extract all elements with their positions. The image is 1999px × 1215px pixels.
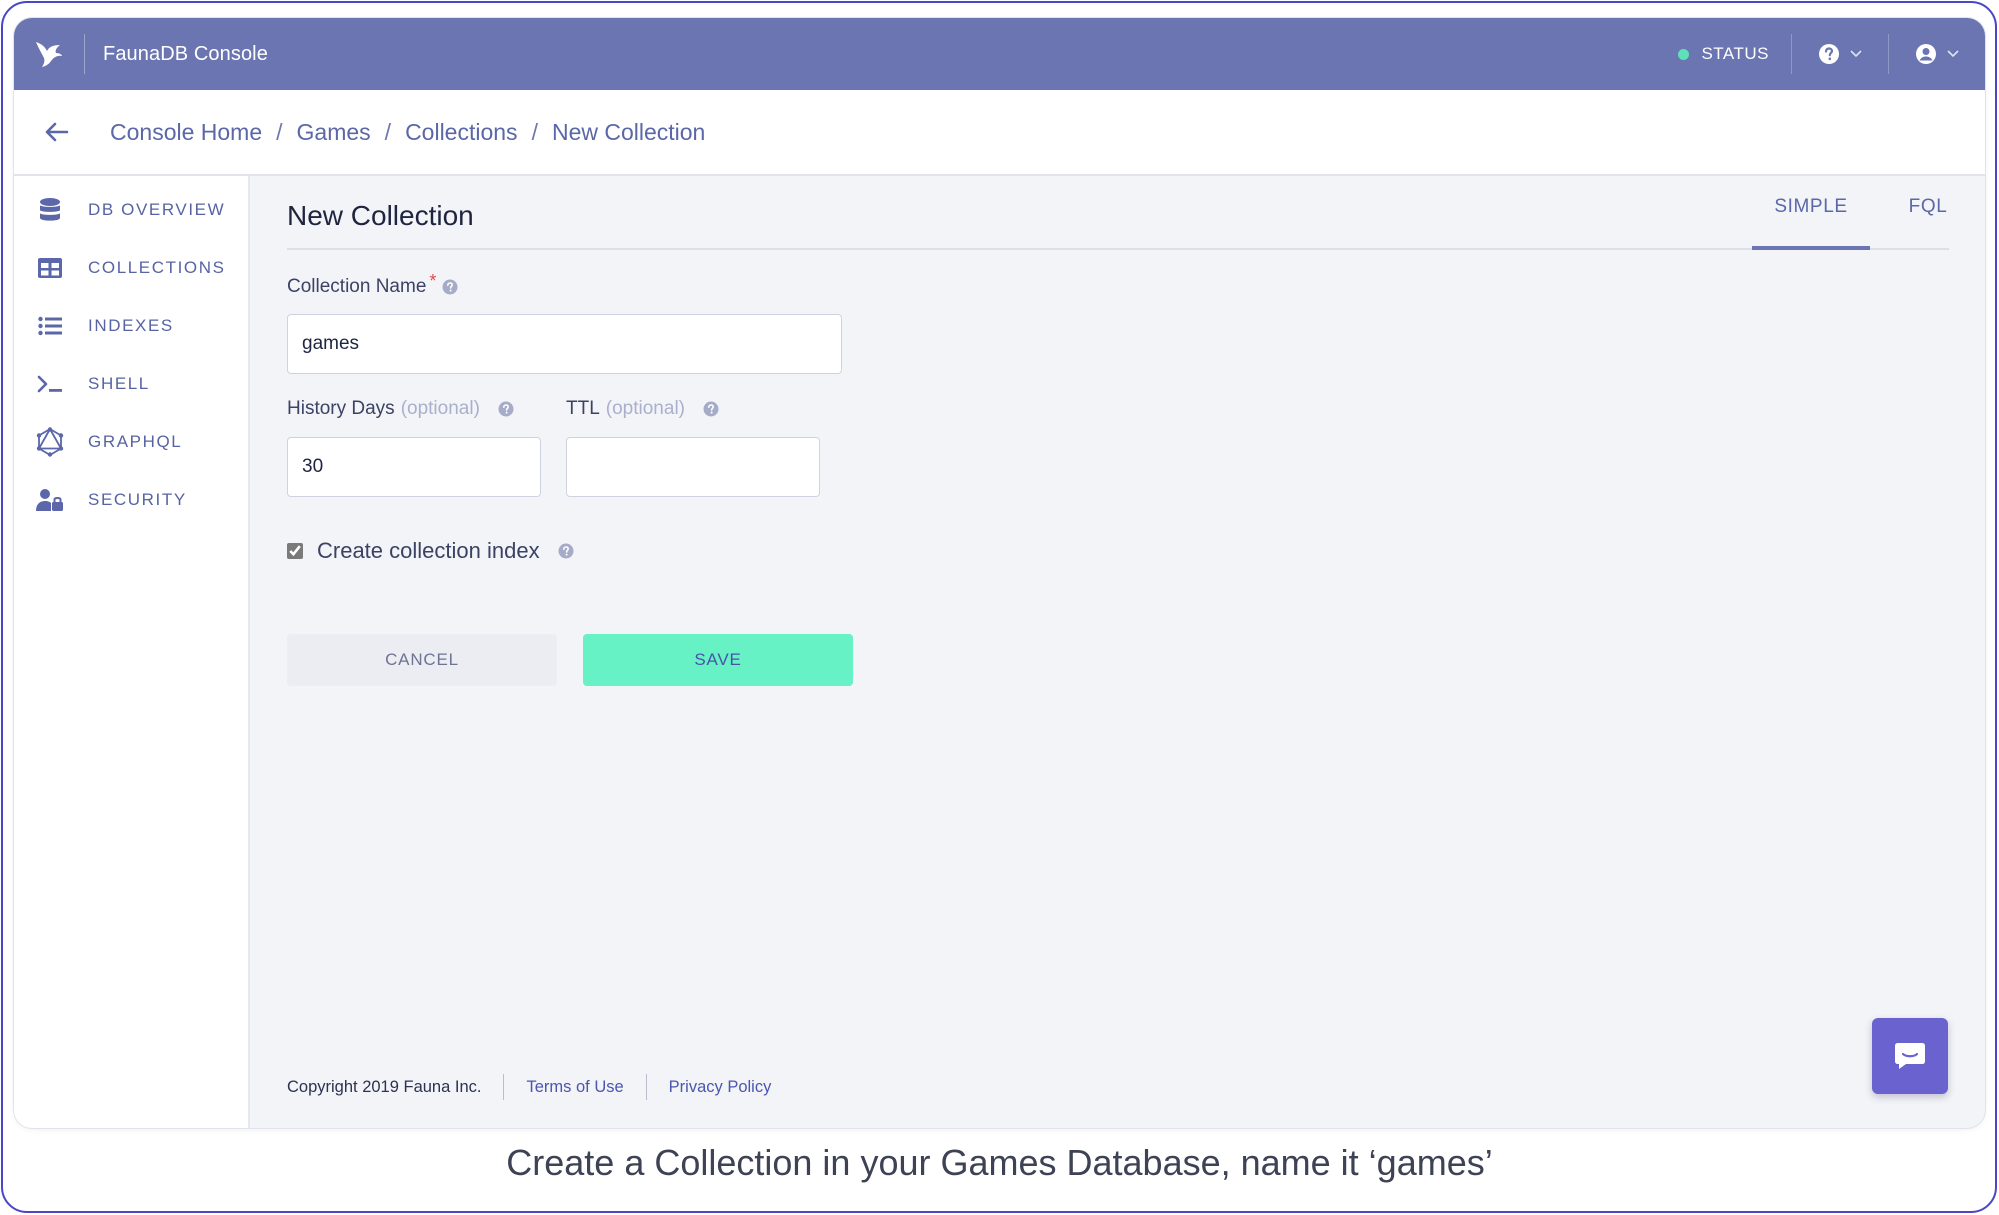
history-days-label: History Days xyxy=(287,398,395,419)
breadcrumb-separator: / xyxy=(531,118,538,145)
ttl-label-group: TTL (optional) xyxy=(566,398,719,420)
footer-divider xyxy=(503,1074,505,1100)
terminal-icon xyxy=(32,374,68,394)
history-days-input[interactable] xyxy=(287,437,541,497)
list-icon xyxy=(32,316,68,336)
footer-divider xyxy=(645,1074,647,1100)
collection-name-input[interactable] xyxy=(287,314,842,374)
sidebar-item-graphql[interactable]: GRAPHQL xyxy=(14,412,250,472)
console-window: FaunaDB Console STATUS Console Home / Ga… xyxy=(14,18,1985,1128)
sidebar-item-shell[interactable]: SHELL xyxy=(14,354,250,414)
user-circle-icon xyxy=(1916,44,1936,64)
sidebar-item-label: COLLECTIONS xyxy=(88,258,226,277)
question-circle-icon[interactable] xyxy=(498,401,514,417)
app-title: FaunaDB Console xyxy=(103,42,268,65)
question-circle-icon[interactable] xyxy=(703,401,719,417)
chevron-down-icon xyxy=(1850,50,1862,58)
sidebar-item-indexes[interactable]: INDEXES xyxy=(14,296,250,356)
footer: Copyright 2019 Fauna Inc. Terms of Use P… xyxy=(287,1074,771,1100)
sidebar: DB OVERVIEW COLLECTIONS INDEXES SHELL GR… xyxy=(14,176,250,1128)
tabs-divider xyxy=(287,248,1949,250)
account-menu[interactable] xyxy=(1889,18,1985,90)
sidebar-item-security[interactable]: SECURITY xyxy=(14,470,250,530)
main-content: New Collection SIMPLE FQL Collection Nam… xyxy=(252,176,1985,1128)
sidebar-item-label: DB OVERVIEW xyxy=(88,200,226,219)
back-arrow-icon[interactable] xyxy=(34,122,80,142)
question-circle-icon[interactable] xyxy=(442,279,458,295)
database-icon xyxy=(32,197,68,223)
optional-hint: (optional) xyxy=(400,398,480,419)
required-mark: * xyxy=(429,270,437,291)
page-title: New Collection xyxy=(287,200,474,231)
fauna-bird-logo-icon[interactable] xyxy=(14,18,84,90)
question-circle-icon[interactable] xyxy=(558,543,574,559)
history-days-label-group: History Days (optional) xyxy=(287,398,514,420)
sidebar-item-label: SECURITY xyxy=(88,490,187,509)
table-icon xyxy=(32,258,68,278)
collection-name-label-group: Collection Name * xyxy=(287,271,458,298)
breadcrumb-separator: / xyxy=(384,118,392,145)
breadcrumb-bar: Console Home / Games / Collections / New… xyxy=(14,90,1985,176)
breadcrumb-console-home[interactable]: Console Home xyxy=(110,119,262,146)
sidebar-item-label: GRAPHQL xyxy=(88,432,183,451)
create-index-label[interactable]: Create collection index xyxy=(317,538,540,564)
sidebar-item-collections[interactable]: COLLECTIONS xyxy=(14,238,250,298)
graphql-icon xyxy=(32,427,68,457)
tab-simple[interactable]: SIMPLE xyxy=(1752,196,1870,248)
top-bar: FaunaDB Console STATUS xyxy=(14,18,1985,90)
cancel-button[interactable]: CANCEL xyxy=(287,634,557,686)
logo-divider xyxy=(84,34,85,74)
help-icon xyxy=(1819,44,1839,64)
sidebar-item-db-overview[interactable]: DB OVERVIEW xyxy=(14,180,250,240)
breadcrumb-new-collection[interactable]: New Collection xyxy=(552,119,705,146)
create-index-row: Create collection index xyxy=(287,538,574,564)
optional-hint: (optional) xyxy=(605,398,685,419)
create-index-checkbox[interactable] xyxy=(287,543,303,559)
status-label: STATUS xyxy=(1701,44,1769,63)
help-menu[interactable] xyxy=(1792,18,1888,90)
sidebar-item-label: SHELL xyxy=(88,374,150,393)
chat-bubble-icon xyxy=(1895,1043,1925,1069)
breadcrumb-collections[interactable]: Collections xyxy=(405,119,518,146)
breadcrumb: Console Home / Games / Collections / New… xyxy=(110,119,705,146)
breadcrumb-games[interactable]: Games xyxy=(297,119,371,146)
active-tab-indicator xyxy=(1752,246,1870,250)
screenshot-caption: Create a Collection in your Games Databa… xyxy=(506,1142,1493,1183)
user-lock-icon xyxy=(32,488,68,512)
terms-of-use-link[interactable]: Terms of Use xyxy=(526,1078,623,1097)
chat-button[interactable] xyxy=(1872,1018,1948,1094)
ttl-input[interactable] xyxy=(566,437,820,497)
sidebar-item-label: INDEXES xyxy=(88,316,174,335)
status-dot-icon xyxy=(1678,48,1690,60)
breadcrumb-separator: / xyxy=(276,118,283,145)
chevron-down-icon xyxy=(1947,50,1959,58)
ttl-label: TTL xyxy=(566,398,600,419)
topbar-right: STATUS xyxy=(1656,18,1985,90)
tab-fql[interactable]: FQL xyxy=(1888,196,1968,248)
status-button[interactable]: STATUS xyxy=(1656,18,1791,90)
privacy-policy-link[interactable]: Privacy Policy xyxy=(669,1078,772,1097)
copyright-text: Copyright 2019 Fauna Inc. xyxy=(287,1077,482,1096)
save-button[interactable]: SAVE xyxy=(583,634,853,686)
collection-name-label: Collection Name xyxy=(287,276,427,297)
